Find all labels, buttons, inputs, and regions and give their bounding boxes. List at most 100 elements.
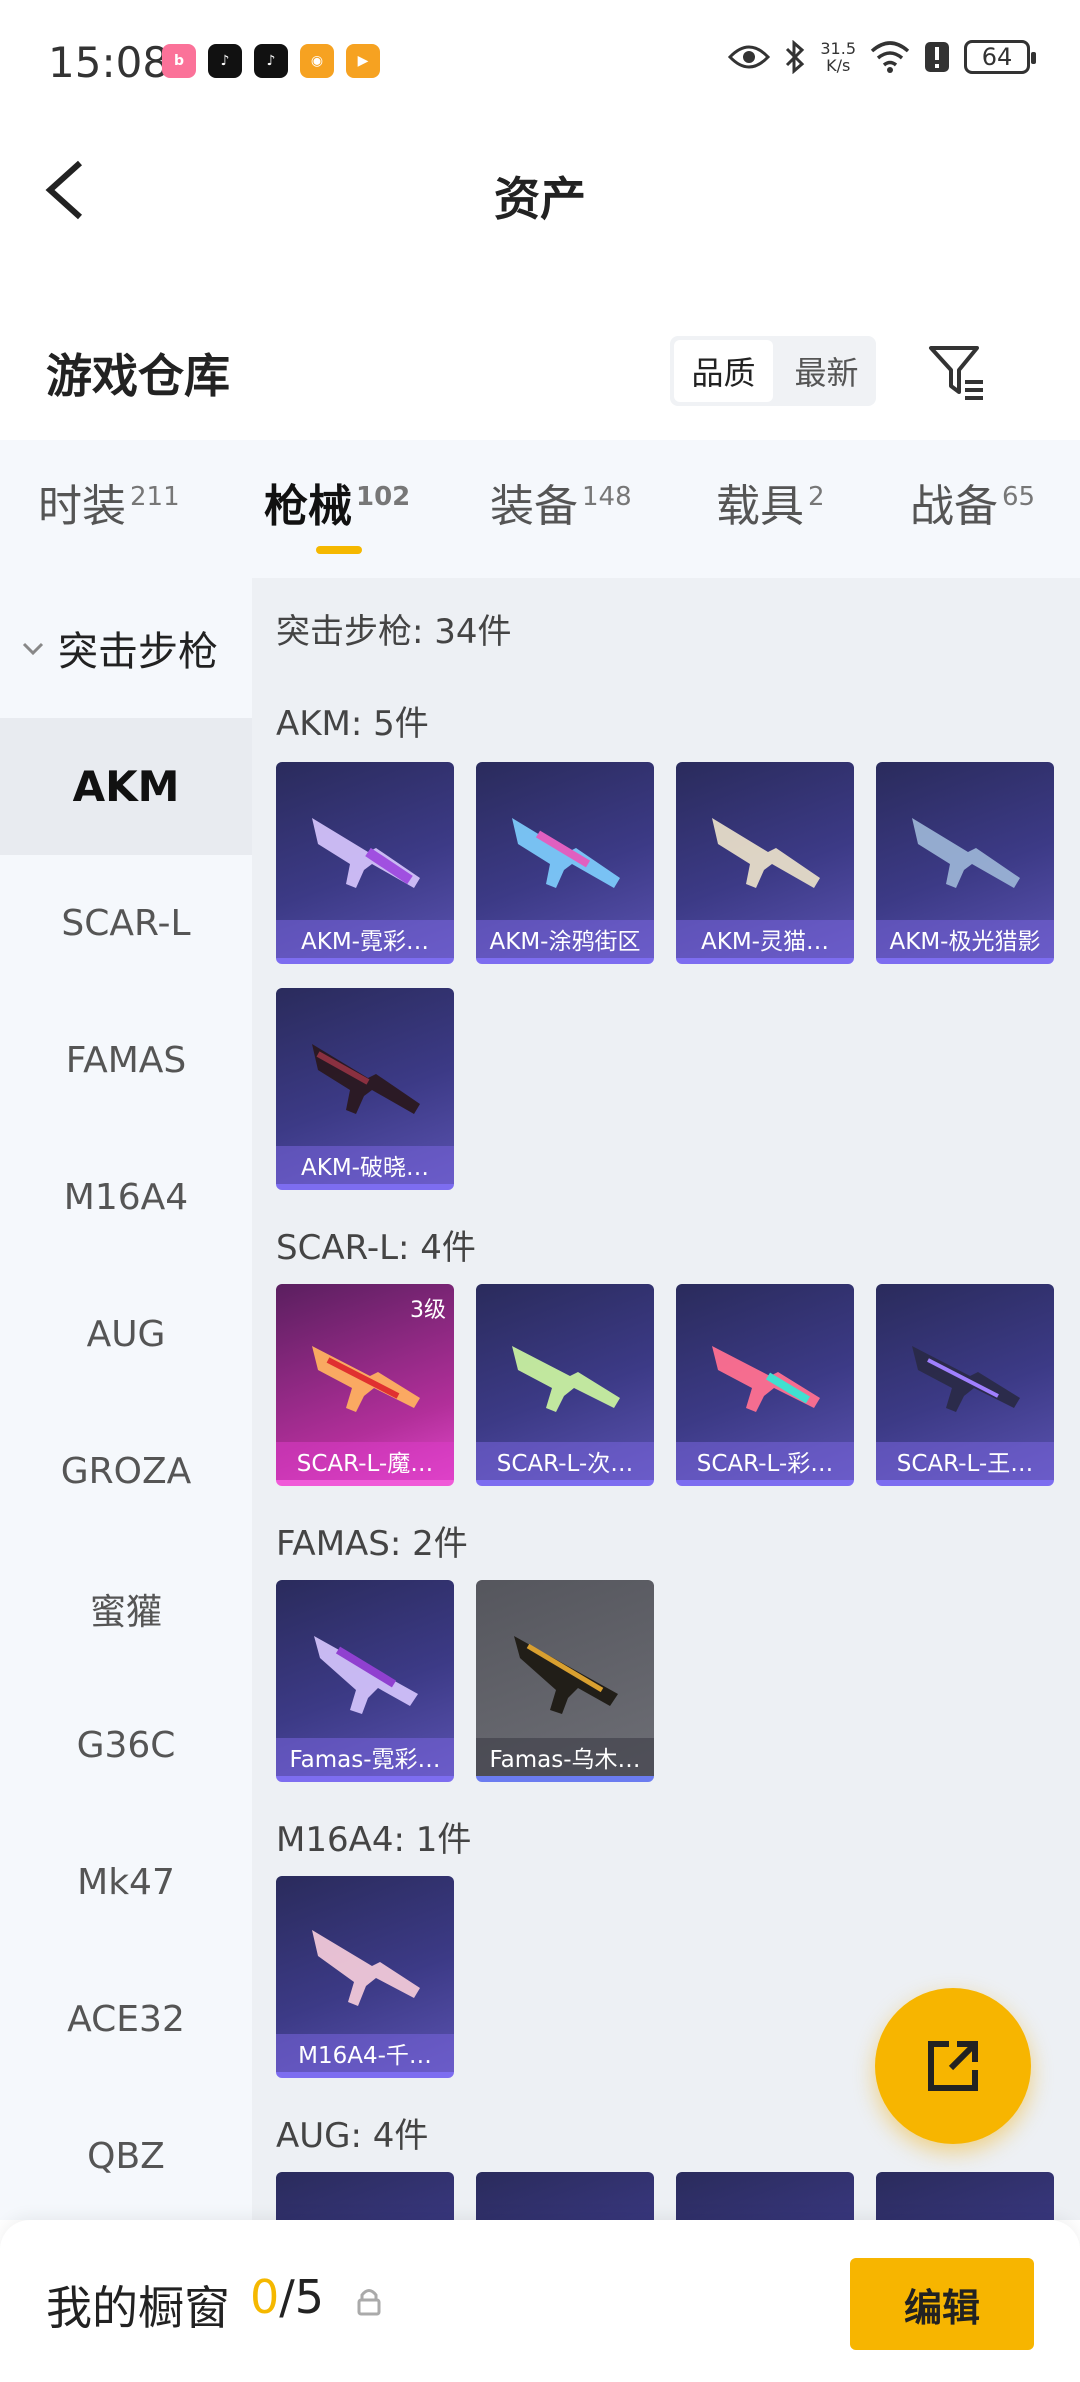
sidebar-item-m16a4[interactable]: M16A4 bbox=[0, 1129, 252, 1266]
share-icon bbox=[928, 2041, 978, 2091]
network-speed: 31.5 K/s bbox=[820, 39, 856, 75]
lock-icon bbox=[357, 2289, 381, 2316]
weapon-card[interactable] bbox=[476, 2172, 654, 2220]
sort-toggle: 品质 最新 bbox=[670, 336, 876, 406]
sidebar-item-groza[interactable]: GROZA bbox=[0, 1403, 252, 1540]
section-title-akm: AKM: 5件 bbox=[276, 704, 429, 744]
weapon-card[interactable]: SCAR-L-王… bbox=[876, 1284, 1054, 1486]
rifle-icon bbox=[512, 1346, 620, 1412]
status-time: 15:08 bbox=[48, 38, 170, 87]
weapon-name: Famas-霓彩… bbox=[276, 1738, 454, 1776]
sidebar-group-assault-rifles[interactable]: 突击步枪 bbox=[0, 578, 252, 718]
weapon-name: AKM-破晓… bbox=[276, 1146, 454, 1184]
notification-icons: b ♪ ♪ ◉ ▶ bbox=[162, 44, 380, 78]
sort-newest-button[interactable]: 最新 bbox=[777, 336, 876, 406]
weapon-card[interactable]: Famas-霓彩… bbox=[276, 1580, 454, 1782]
weapon-name: AKM-霓彩… bbox=[276, 920, 454, 958]
play-icon: ▶ bbox=[346, 44, 380, 78]
weapon-card[interactable] bbox=[876, 2172, 1054, 2220]
sidebar-item-aug[interactable]: AUG bbox=[0, 1266, 252, 1403]
sidebar-item-ace32[interactable]: ACE32 bbox=[0, 1951, 252, 2088]
showcase-count: 0/5 bbox=[250, 2270, 325, 2324]
weapon-card[interactable]: AKM-涂鸦街区 bbox=[476, 762, 654, 964]
system-icons: 31.5 K/s 64 bbox=[728, 39, 1036, 75]
weapon-card[interactable] bbox=[676, 2172, 854, 2220]
tab-fashion[interactable]: 时装 211 bbox=[38, 470, 180, 534]
tab-equipment[interactable]: 装备 148 bbox=[490, 470, 632, 534]
weapon-name: Famas-乌木… bbox=[476, 1738, 654, 1776]
section-title-aug: AUG: 4件 bbox=[276, 2116, 429, 2156]
weapon-card[interactable]: SCAR-L-次… bbox=[476, 1284, 654, 1486]
edit-button[interactable]: 编辑 bbox=[850, 2258, 1034, 2350]
weapon-card[interactable] bbox=[276, 2172, 454, 2220]
weapon-name: M16A4-千… bbox=[276, 2034, 454, 2072]
section-title-scar-l: SCAR-L: 4件 bbox=[276, 1228, 476, 1268]
weapon-name: AKM-灵猫… bbox=[676, 920, 854, 958]
weapon-card[interactable]: AKM-霓彩… bbox=[276, 762, 454, 964]
rifle-icon bbox=[912, 818, 1020, 888]
chevron-down-icon bbox=[22, 642, 44, 656]
tiktok-icon: ♪ bbox=[208, 44, 242, 78]
tab-supplies[interactable]: 战备 65 bbox=[910, 470, 1035, 534]
game-icon: ◉ bbox=[300, 44, 334, 78]
app-header: 资产 bbox=[0, 125, 1080, 250]
section-title-famas: FAMAS: 2件 bbox=[276, 1524, 468, 1564]
sidebar-item-famas[interactable]: FAMAS bbox=[0, 992, 252, 1129]
sidebar-item-scar-l[interactable]: SCAR-L bbox=[0, 855, 252, 992]
share-button[interactable] bbox=[875, 1988, 1031, 2144]
bilibili-icon: b bbox=[162, 44, 196, 78]
active-tab-indicator bbox=[316, 546, 362, 554]
warehouse-header: 游戏仓库 品质 最新 bbox=[0, 320, 1080, 440]
showcase-bar: 我的橱窗 0/5 编辑 bbox=[0, 2220, 1080, 2382]
bluetooth-icon bbox=[786, 40, 805, 74]
page-title: 资产 bbox=[494, 172, 586, 226]
sort-quality-button[interactable]: 品质 bbox=[674, 340, 773, 402]
weapon-card[interactable]: Famas-乌木… bbox=[476, 1580, 654, 1782]
rifle-icon bbox=[712, 1346, 820, 1412]
sidebar-item-qbz[interactable]: QBZ bbox=[0, 2088, 252, 2225]
weapon-card[interactable]: SCAR-L-彩… bbox=[676, 1284, 854, 1486]
status-bar: 15:08 b ♪ ♪ ◉ ▶ 31.5 K/s 64 bbox=[0, 0, 1080, 125]
filter-icon bbox=[929, 346, 983, 400]
weapon-name: SCAR-L-彩… bbox=[676, 1442, 854, 1480]
rifle-icon bbox=[712, 818, 820, 888]
rifle-icon bbox=[514, 1636, 618, 1714]
sidebar-item-honey-badger[interactable]: 蜜獾 bbox=[0, 1540, 252, 1677]
wifi-icon bbox=[870, 41, 910, 73]
warehouse-title: 游戏仓库 bbox=[46, 349, 230, 403]
showcase-title: 我的橱窗 bbox=[46, 2281, 230, 2335]
weapon-name: SCAR-L-王… bbox=[876, 1442, 1054, 1480]
rifle-icon bbox=[512, 818, 620, 888]
battery-icon: 64 bbox=[964, 40, 1036, 74]
weapon-card[interactable]: M16A4-千… bbox=[276, 1876, 454, 2078]
weapon-name: AKM-涂鸦街区 bbox=[476, 920, 654, 958]
weapon-name: AKM-极光猎影 bbox=[876, 920, 1054, 958]
rifle-icon bbox=[312, 818, 420, 888]
tab-firearms[interactable]: 枪械 102 bbox=[264, 470, 410, 534]
sidebar-group-label: 突击步枪 bbox=[58, 629, 218, 675]
rifle-icon bbox=[312, 1930, 420, 2006]
category-summary: 突击步枪: 34件 bbox=[276, 612, 512, 652]
filter-button[interactable] bbox=[925, 340, 989, 404]
eye-icon bbox=[728, 45, 771, 69]
sidebar-item-mk47[interactable]: Mk47 bbox=[0, 1814, 252, 1951]
weapon-sidebar: 突击步枪 AKM SCAR-L FAMAS M16A4 AUG GROZA 蜜獾… bbox=[0, 578, 252, 2220]
weapon-name: SCAR-L-次… bbox=[476, 1442, 654, 1480]
sidebar-item-g36c[interactable]: G36C bbox=[0, 1677, 252, 1814]
weapon-card[interactable]: AKM-破晓… bbox=[276, 988, 454, 1190]
weapon-grid: 突击步枪: 34件 AKM: 5件 AKM-霓彩… AKM-涂鸦街区 AKM-灵… bbox=[252, 578, 1080, 2220]
weapon-card[interactable]: AKM-极光猎影 bbox=[876, 762, 1054, 964]
rifle-icon bbox=[312, 1044, 420, 1114]
rifle-icon bbox=[912, 1346, 1020, 1412]
alert-icon bbox=[925, 42, 949, 72]
weapon-card[interactable]: AKM-灵猫… bbox=[676, 762, 854, 964]
category-tabs: 时装 211 枪械 102 装备 148 载具 2 战备 65 bbox=[0, 440, 1080, 578]
section-title-m16a4: M16A4: 1件 bbox=[276, 1820, 472, 1860]
sidebar-item-akm[interactable]: AKM bbox=[0, 718, 252, 855]
rifle-icon bbox=[314, 1636, 418, 1714]
weapon-card[interactable]: 3级 SCAR-L-魔… bbox=[276, 1284, 454, 1486]
tab-vehicles[interactable]: 载具 2 bbox=[716, 470, 825, 534]
tiktok-icon: ♪ bbox=[254, 44, 288, 78]
rifle-icon bbox=[312, 1346, 420, 1412]
level-badge: 3级 bbox=[410, 1298, 446, 1323]
